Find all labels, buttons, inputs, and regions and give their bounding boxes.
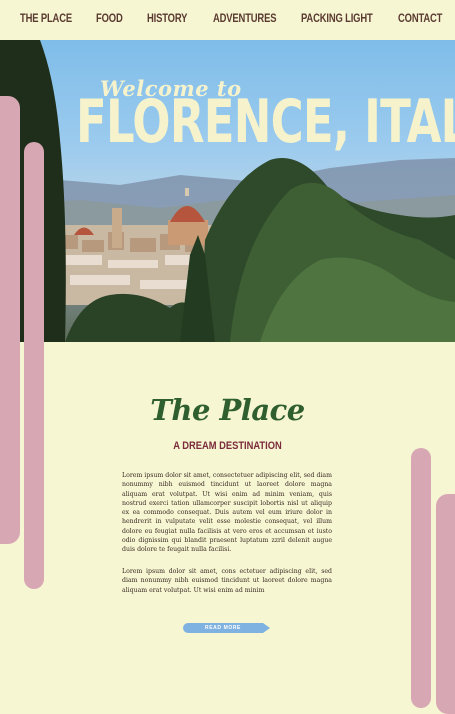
nav-item-the-place[interactable]: THE PLACE	[20, 13, 72, 25]
decorative-pill-right-inner	[411, 448, 431, 708]
nav-item-adventures[interactable]: ADVENTURES	[213, 13, 276, 25]
nav-item-history[interactable]: HISTORY	[147, 13, 187, 25]
hero-banner: Welcome to FLORENCE, ITALY	[0, 40, 455, 342]
read-more-label: READ MORE	[205, 624, 241, 631]
nav-item-contact[interactable]: CONTACT	[398, 13, 442, 25]
decorative-pill-left-inner	[24, 142, 44, 589]
section-title: The Place	[150, 393, 305, 427]
body-paragraph-1: Lorem ipsum dolor sit amet, consectetuer…	[122, 472, 332, 554]
body-paragraph-2: Lorem ipsum dolor sit amet, cons ectetue…	[122, 568, 332, 594]
section-subtitle: A DREAM DESTINATION	[173, 440, 282, 452]
top-nav: THE PLACE FOOD HISTORY ADVENTURES PACKIN…	[0, 0, 455, 40]
hero-title: FLORENCE, ITALY	[76, 87, 455, 157]
decorative-pill-left-outer	[0, 96, 20, 544]
read-more-button[interactable]: READ MORE	[183, 623, 270, 633]
decorative-pill-right-outer	[436, 494, 455, 714]
nav-item-food[interactable]: FOOD	[96, 13, 123, 25]
nav-item-packing-light[interactable]: PACKING LIGHT	[301, 13, 373, 25]
